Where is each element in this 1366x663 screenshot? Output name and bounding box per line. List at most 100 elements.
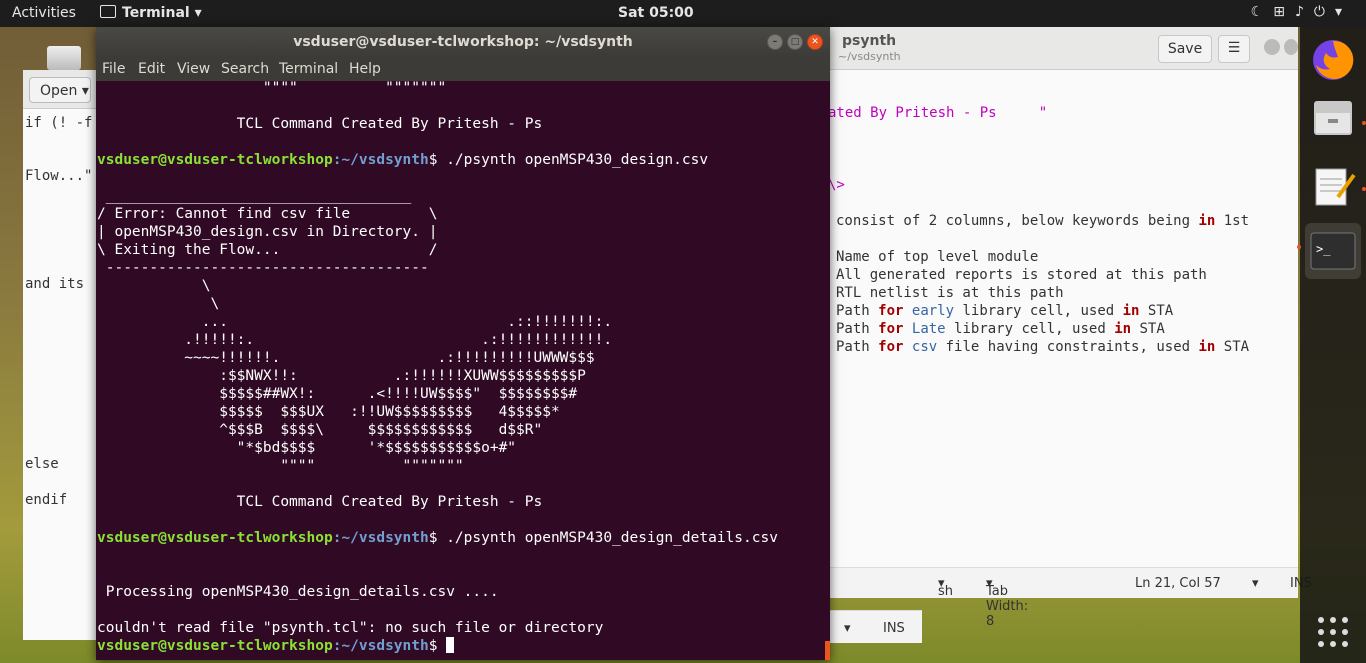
menu-terminal[interactable]: Terminal bbox=[279, 61, 338, 77]
menu-view[interactable]: View bbox=[177, 61, 210, 77]
close-button[interactable]: ✕ bbox=[807, 34, 823, 50]
code-line: All generated reports is stored at this … bbox=[836, 267, 1207, 283]
art-line: $$$$$ $$$UX :!!UW$$$$$$$$$ 4$$$$$* bbox=[97, 404, 560, 420]
volume-icon: ♪ bbox=[1294, 4, 1314, 20]
terminal-titlebar[interactable]: vsduser@vsduser-tclworkshop: ~/vsdsynth … bbox=[96, 27, 830, 57]
command-text: $ ./psynth openMSP430_design_details.csv bbox=[428, 530, 778, 546]
language-selector[interactable]: sh ▾ bbox=[938, 576, 953, 599]
lower-statusbar: ▾ INS bbox=[828, 610, 922, 643]
code-line: Path for csv file having constraints, us… bbox=[836, 339, 1250, 355]
prompt-line: vsduser@vsduser-tclworkshop:~/vsdsynth$ … bbox=[97, 151, 708, 169]
art-line: / Error: Cannot find csv file \ bbox=[97, 206, 438, 222]
code-line: Name of top level module bbox=[836, 249, 1039, 265]
files-icon[interactable] bbox=[1308, 93, 1358, 143]
text-cursor bbox=[446, 637, 455, 653]
minimize-button[interactable] bbox=[1264, 39, 1280, 55]
command-text: $ ./psynth openMSP430_design.csv bbox=[428, 152, 709, 168]
show-applications-icon[interactable] bbox=[1308, 607, 1358, 657]
code-line: and its bbox=[25, 276, 85, 292]
art-line: \ bbox=[97, 296, 220, 312]
menu-help[interactable]: Help bbox=[349, 61, 381, 77]
editor-header: psynth ~/vsdsynth Save ☰ bbox=[828, 27, 1298, 70]
terminal-line: Processing openMSP430_design_details.csv… bbox=[97, 584, 499, 600]
activities-button[interactable]: Activities bbox=[12, 5, 76, 21]
cursor-position[interactable]: Ln 21, Col 57 bbox=[1135, 576, 1221, 591]
error-line: couldn't read file "psynth.tcl": no such… bbox=[97, 620, 604, 636]
app-menu-label: Terminal bbox=[122, 5, 190, 21]
code-line: \> bbox=[828, 177, 845, 193]
tab-width-label: Tab Width: 8 bbox=[986, 584, 1029, 629]
app-menu[interactable]: Terminal ▾ bbox=[100, 5, 202, 21]
art-line: :$$NWX!!: .:!!!!!!XUWW$$$$$$$$$P bbox=[97, 368, 586, 384]
art-line: "*$bd$$$$ '*$$$$$$$$$$$o+#" bbox=[97, 440, 517, 456]
running-indicator bbox=[1362, 121, 1366, 125]
background-editor-right: psynth ~/vsdsynth Save ☰ ated By Pritesh… bbox=[828, 27, 1312, 629]
open-button[interactable]: Open ▾ bbox=[29, 77, 91, 103]
art-line: ------------------------------------- bbox=[97, 260, 429, 276]
chevron-down-icon[interactable]: ▾ bbox=[844, 621, 851, 636]
code-line: ated By Pritesh - Ps " bbox=[828, 105, 1048, 121]
editor-toolbar: Open ▾ bbox=[23, 70, 99, 109]
prompt-path: :~/vsdsynth bbox=[332, 530, 429, 546]
art-line: ^$$$B $$$$\ $$$$$$$$$$$$ d$$R" bbox=[97, 422, 543, 438]
art-line: .!!!!!:. .:!!!!!!!!!!!!. bbox=[97, 332, 613, 348]
art-line: ___________________________________ bbox=[97, 188, 412, 204]
prompt-line: vsduser@vsduser-tclworkshop:~/vsdsynth$ bbox=[97, 637, 455, 655]
terminal-line: TCL Command Created By Pritesh - Ps bbox=[97, 494, 543, 510]
menu-edit[interactable]: Edit bbox=[138, 61, 165, 77]
chevron-down-icon: ▾ bbox=[1334, 4, 1352, 20]
menu-search[interactable]: Search bbox=[221, 61, 269, 77]
terminal-line: TCL Command Created By Pritesh - Ps bbox=[97, 116, 543, 132]
terminal-window[interactable]: vsduser@vsduser-tclworkshop: ~/vsdsynth … bbox=[96, 27, 830, 660]
night-mode-icon: ☾ bbox=[1250, 4, 1274, 20]
code-line: else bbox=[25, 456, 59, 472]
code-line: consist of 2 columns, below keywords bei… bbox=[836, 213, 1250, 229]
terminal-line: """" """"""" bbox=[97, 81, 447, 96]
prompt-user: vsduser@vsduser-tclworkshop bbox=[97, 152, 333, 168]
clock[interactable]: Sat 05:00 bbox=[618, 5, 694, 21]
code-line: Path for early library cell, used in STA bbox=[836, 303, 1174, 319]
background-editor-left: Open ▾ if (! -f Flow..." and its else endif bbox=[23, 70, 100, 640]
trash-icon[interactable] bbox=[44, 46, 84, 72]
hamburger-menu-icon[interactable]: ☰ bbox=[1218, 35, 1250, 63]
svg-text:>_: >_ bbox=[1316, 242, 1331, 256]
code-line: if (! -f bbox=[25, 115, 93, 131]
code-line: Flow..." bbox=[25, 168, 93, 184]
editor-statusbar: sh ▾ Tab Width: 8 ▾ Ln 21, Col 57 ▾ INS bbox=[828, 567, 1312, 629]
command-text: $ bbox=[428, 638, 447, 654]
maximize-button[interactable]: □ bbox=[787, 34, 803, 50]
text-editor-icon[interactable] bbox=[1308, 161, 1358, 211]
prompt-path: :~/vsdsynth bbox=[332, 152, 429, 168]
art-line: $$$$$##WX!: .<!!!!UW$$$$" $$$$$$$$# bbox=[97, 386, 578, 402]
scrollbar[interactable] bbox=[825, 641, 830, 660]
chevron-down-icon[interactable]: ▾ bbox=[1252, 576, 1259, 591]
save-button[interactable]: Save bbox=[1158, 35, 1212, 63]
language-label: sh bbox=[938, 584, 954, 599]
maximize-button[interactable] bbox=[1284, 39, 1298, 55]
running-indicator bbox=[1362, 187, 1366, 191]
terminal-dock-icon[interactable]: >_ bbox=[1305, 223, 1361, 279]
art-line: \ bbox=[97, 278, 211, 294]
open-button-label: Open bbox=[40, 83, 78, 99]
minimize-button[interactable]: – bbox=[767, 34, 783, 50]
network-icon: ⊞ bbox=[1273, 4, 1295, 20]
art-line: ... .::!!!!!!!:. bbox=[97, 314, 613, 330]
code-line: RTL netlist is at this path bbox=[836, 285, 1064, 301]
running-indicator bbox=[1297, 245, 1301, 249]
tab-width-selector[interactable]: Tab Width: 8 ▾ bbox=[986, 576, 1028, 629]
system-tray[interactable]: ☾⊞♪⏻▾ bbox=[1251, 4, 1352, 20]
window-title: vsduser@vsduser-tclworkshop: ~/vsdsynth bbox=[293, 34, 633, 50]
prompt-line: vsduser@vsduser-tclworkshop:~/vsdsynth$ … bbox=[97, 529, 778, 547]
terminal-icon bbox=[100, 5, 116, 18]
insert-mode-lower: INS bbox=[883, 621, 905, 636]
prompt-path: :~/vsdsynth bbox=[332, 638, 429, 654]
menu-bar: File Edit View Search Terminal Help bbox=[96, 57, 830, 81]
prompt-user: vsduser@vsduser-tclworkshop bbox=[97, 638, 333, 654]
terminal-output[interactable]: """" """"""" TCL Command Created By Prit… bbox=[97, 81, 827, 660]
top-bar: Activities Terminal ▾ Sat 05:00 ☾⊞♪⏻▾ bbox=[0, 0, 1366, 27]
dock: >_ bbox=[1297, 27, 1366, 663]
menu-file[interactable]: File bbox=[102, 61, 125, 77]
art-line: ~~~~!!!!!!. .:!!!!!!!!!UWWW$$$ bbox=[97, 350, 595, 366]
editor-code: ated By Pritesh - Ps " \> consist of 2 c… bbox=[828, 27, 1249, 355]
firefox-icon[interactable] bbox=[1308, 35, 1358, 85]
